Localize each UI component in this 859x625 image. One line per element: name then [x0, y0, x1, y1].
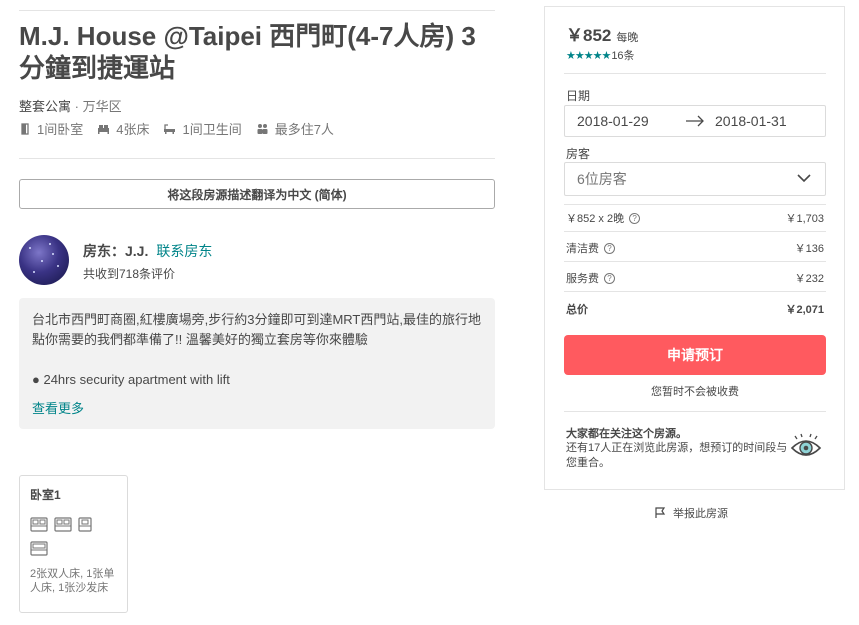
- subtitle-separator: ·: [71, 99, 83, 114]
- bed-icon: [98, 124, 110, 134]
- fee-row-total: 总价 ￥2,071: [566, 301, 824, 317]
- property-type: 整套公寓: [19, 99, 72, 114]
- chevron-down-icon: [797, 174, 811, 183]
- help-icon[interactable]: ?: [604, 242, 615, 254]
- bedroom-beds-text: 2张双人床, 1张单人床, 1张沙发床: [30, 568, 115, 594]
- guests-value: 6位房客: [577, 171, 627, 187]
- single-bed-icon: [78, 517, 92, 532]
- no-charge-note: 您暂时不会被收费: [651, 386, 739, 398]
- bathtub-icon: [164, 123, 176, 134]
- top-divider: [19, 10, 495, 11]
- guests-select[interactable]: 6位房客: [564, 162, 826, 196]
- amenity-bathrooms: 1间卫生间: [163, 119, 242, 138]
- nights-amount: ￥1,703: [785, 213, 824, 225]
- fee-row-nights: ￥852 x 2晚? ￥1,703: [566, 210, 824, 226]
- district-label: 万华区: [82, 99, 122, 114]
- fee-divider: [564, 231, 826, 232]
- section-divider: [19, 158, 495, 159]
- sofa-bed-icon: [30, 541, 48, 556]
- booking-panel: ￥852 每晚 ★★★★★ 16条 日期 2018-01-29 2018-01-…: [544, 6, 845, 490]
- amenity-guests: 最多住7人: [256, 119, 334, 138]
- date-picker[interactable]: 2018-01-29 2018-01-31: [564, 105, 826, 137]
- host-avatar[interactable]: [19, 235, 69, 285]
- notice-title: 大家都在关注这个房源。: [566, 428, 687, 440]
- check-out-date[interactable]: 2018-01-31: [715, 113, 787, 129]
- bedroom-card: 卧室1 2张双人床, 1张单人床, 1张沙发床: [19, 475, 128, 613]
- booking-divider: [564, 73, 826, 74]
- bedroom-title: 卧室1: [30, 488, 61, 502]
- price-row: ￥852 每晚: [566, 21, 638, 46]
- rating-stars-icon: ★★★★★: [566, 49, 611, 62]
- service-label: 服务费: [566, 273, 599, 285]
- amenity-beds: 4张床: [97, 119, 149, 138]
- listing-title: M.J. House @Taipei 西門町(4-7人房) 3分鐘到捷運站: [19, 21, 476, 83]
- description-bullet: ● 24hrs security apartment with lift: [32, 372, 230, 387]
- cleaning-label: 清洁费: [566, 243, 599, 255]
- fee-divider: [564, 261, 826, 262]
- total-amount: ￥2,071: [785, 304, 824, 316]
- total-label: 总价: [566, 304, 588, 316]
- translate-button[interactable]: 将这段房源描述翻译为中文 (简体): [19, 179, 495, 209]
- host-name: J.J.: [125, 243, 149, 259]
- check-in-date[interactable]: 2018-01-29: [577, 113, 649, 129]
- host-prefix: 房东：: [83, 243, 125, 259]
- report-listing-link[interactable]: 举报此房源: [654, 505, 728, 521]
- flag-icon: [655, 507, 666, 518]
- review-count: 16条: [611, 50, 635, 62]
- description-box: 台北市西門町商圈,紅樓廣場旁,步行約3分鐘即可到達MRT西門站,最佳的旅行地點你…: [19, 298, 495, 429]
- double-bed-icon: [54, 517, 72, 532]
- request-booking-button[interactable]: 申请预订: [564, 335, 826, 375]
- help-icon[interactable]: ?: [604, 272, 615, 284]
- booking-divider: [564, 411, 826, 412]
- nights-label: ￥852 x 2晚: [566, 213, 625, 225]
- guests-label: 房客: [566, 147, 591, 161]
- fee-divider: [564, 291, 826, 292]
- notice-text: 还有17人正在浏览此房源，想预订的时间段与您重合。: [566, 442, 788, 469]
- eye-icon: [790, 433, 822, 456]
- booking-divider: [564, 204, 826, 205]
- nightly-price: ￥852: [566, 26, 612, 45]
- arrow-right-icon: [686, 115, 704, 127]
- door-icon: [21, 122, 29, 135]
- dates-label: 日期: [566, 89, 591, 103]
- read-more-link[interactable]: 查看更多: [32, 399, 482, 419]
- help-icon[interactable]: ?: [629, 212, 641, 224]
- contact-host-link[interactable]: 联系房东: [156, 243, 212, 259]
- fee-row-cleaning: 清洁费? ￥136: [566, 240, 824, 256]
- guests-icon: [257, 123, 268, 134]
- amenities-row: 1间卧室 4张床 1间卫生间 最多住7人: [19, 119, 348, 138]
- cleaning-amount: ￥136: [794, 243, 824, 255]
- service-amount: ￥232: [794, 273, 824, 285]
- bed-icons: [30, 517, 110, 565]
- per-night-label: 每晚: [616, 32, 639, 44]
- listing-subtitle: 整套公寓 · 万华区: [19, 96, 122, 115]
- amenity-bedrooms: 1间卧室: [19, 119, 83, 138]
- description-text: 台北市西門町商圈,紅樓廣場旁,步行約3分鐘即可到達MRT西門站,最佳的旅行地點你…: [32, 312, 481, 347]
- report-label: 举报此房源: [673, 508, 728, 520]
- rating-row[interactable]: ★★★★★ 16条: [566, 47, 635, 63]
- double-bed-icon: [30, 517, 48, 532]
- host-review-count: 共收到718条评价: [83, 267, 176, 281]
- fee-row-service: 服务费? ￥232: [566, 270, 824, 286]
- host-name-line: 房东：J.J. 联系房东: [83, 241, 212, 261]
